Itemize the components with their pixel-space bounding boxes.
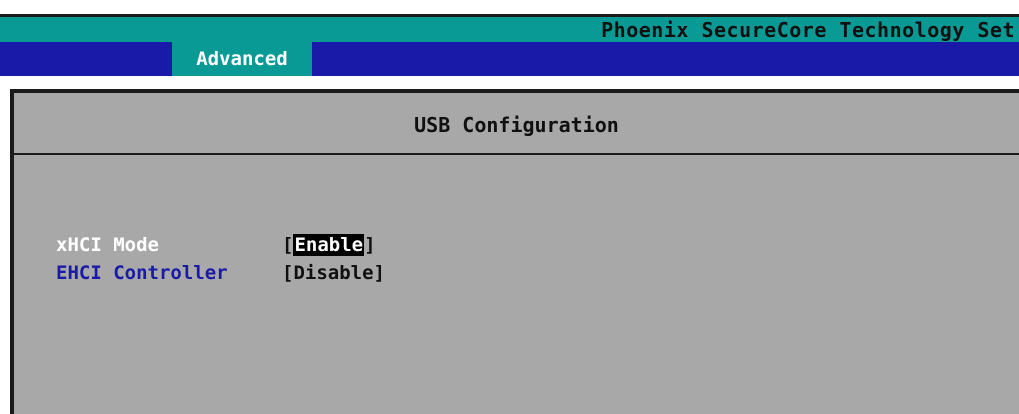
panel-header: USB Configuration <box>14 93 1019 155</box>
setting-label: EHCI Controller <box>56 262 228 284</box>
tab-bar: Advanced <box>0 42 1019 76</box>
setting-value[interactable]: [Enable] <box>282 233 376 257</box>
setting-value-text: Enable <box>293 234 365 256</box>
settings-panel: USB Configuration xHCI Mode [Enable] EHC… <box>10 89 1019 414</box>
setting-value[interactable]: [Disable] <box>282 261 385 285</box>
tab-advanced[interactable]: Advanced <box>172 42 312 76</box>
product-title: Phoenix SecureCore Technology Set <box>601 18 1015 42</box>
top-strip <box>0 0 1019 14</box>
panel-title: USB Configuration <box>414 113 619 137</box>
setting-label: xHCI Mode <box>56 234 159 256</box>
setting-value-text: Disable <box>293 262 374 284</box>
title-bar: Phoenix SecureCore Technology Set <box>0 14 1019 42</box>
